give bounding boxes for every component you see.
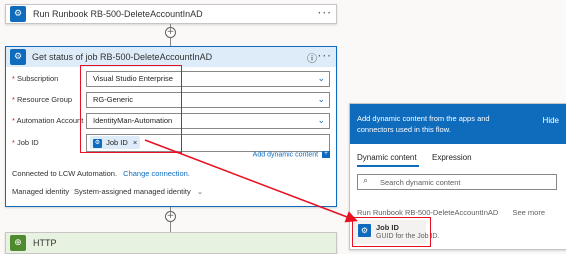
annotation-highlight <box>80 65 182 153</box>
connection-text: Connected to LCW Automation. Change conn… <box>12 169 190 178</box>
http-icon: ⊕ <box>10 235 26 251</box>
chevron-down-icon: ⌄ <box>317 116 325 126</box>
managed-identity-label: Managed identity <box>12 187 70 196</box>
hide-button[interactable]: Hide <box>543 116 559 125</box>
search-box[interactable]: ⌕ Search dynamic content <box>357 174 557 190</box>
more-options-icon[interactable]: ··· <box>318 49 332 63</box>
see-more-link[interactable]: See more <box>512 208 545 217</box>
automation-icon: ⚙ <box>10 49 26 65</box>
managed-identity-dropdown[interactable]: System-assigned managed identity ⌄ <box>74 187 203 196</box>
annotation-highlight <box>352 217 431 247</box>
add-step-button[interactable]: + <box>165 27 176 38</box>
chevron-down-icon: ⌄ <box>317 95 325 105</box>
http-step[interactable]: ⊕ HTTP <box>5 232 337 254</box>
add-icon: + <box>322 151 330 158</box>
panel-header-text: Add dynamic content from the apps and co… <box>357 114 490 134</box>
chevron-down-icon: ⌄ <box>317 74 325 84</box>
resource-group-label: * Resource Group <box>12 95 73 104</box>
change-connection-link[interactable]: Change connection. <box>123 169 190 178</box>
search-icon: ⌕ <box>363 176 369 186</box>
info-icon[interactable]: ⓘ <box>307 50 317 65</box>
automation-icon: ⚙ <box>10 6 26 22</box>
tab-dynamic-content[interactable]: Dynamic content <box>357 153 417 162</box>
card-title: Get status of job RB-500-DeleteAccountIn… <box>32 52 213 62</box>
search-placeholder: Search dynamic content <box>380 178 461 187</box>
card-header[interactable]: ⚙ Get status of job RB-500-DeleteAccount… <box>6 47 336 67</box>
panel-header: Add dynamic content from the apps and co… <box>350 104 566 144</box>
step-title: Run Runbook RB-500-DeleteAccountInAD <box>33 9 203 19</box>
dynamic-content-panel: Add dynamic content from the apps and co… <box>349 103 566 250</box>
step-title: HTTP <box>33 238 57 248</box>
run-runbook-step[interactable]: ⚙ Run Runbook RB-500-DeleteAccountInAD ·… <box>5 4 337 24</box>
more-options-icon[interactable]: ··· <box>318 6 332 20</box>
section-title: Run Runbook RB-500-DeleteAccountInAD <box>357 208 499 217</box>
add-step-button[interactable]: + <box>165 211 176 222</box>
job-id-label: * Job ID <box>12 138 39 147</box>
add-dynamic-content-link[interactable]: Add dynamic content + <box>253 151 330 158</box>
logic-app-designer: { "top_step": { "title": "Run Runbook RB… <box>0 0 566 254</box>
subscription-label: * Subscription <box>12 74 59 83</box>
active-tab-indicator <box>357 165 419 167</box>
automation-account-label: * Automation Account <box>12 116 84 125</box>
tab-expression[interactable]: Expression <box>432 153 472 162</box>
chevron-down-icon: ⌄ <box>196 187 204 196</box>
